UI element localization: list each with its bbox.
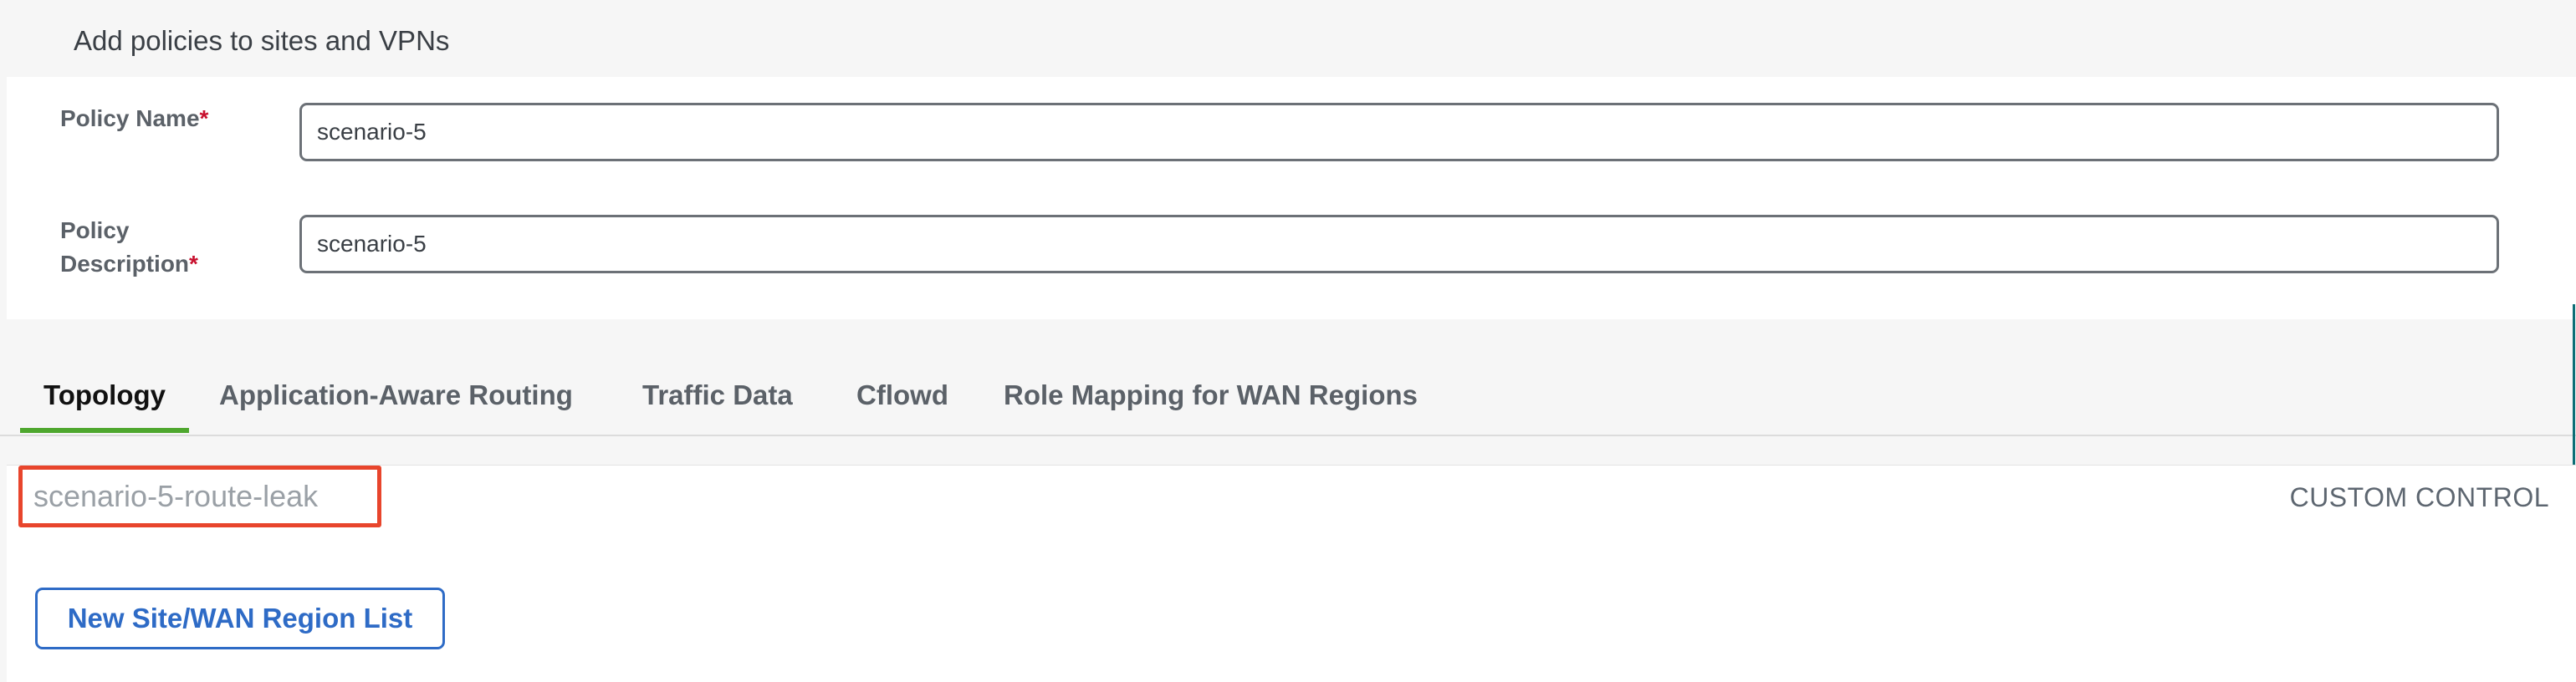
policy-form: Policy Name* Policy Description*	[7, 77, 2576, 319]
page-title: Add policies to sites and VPNs	[74, 25, 450, 56]
tab-topology[interactable]: Topology	[20, 374, 189, 433]
required-mark: *	[199, 105, 209, 131]
policy-name-label: Policy Name*	[60, 102, 208, 135]
tab-traffic-data[interactable]: Traffic Data	[642, 374, 793, 433]
policy-name-label-text: Policy Name	[60, 105, 200, 131]
policy-description-label-line2: Description	[60, 251, 190, 277]
policy-description-label-line1: Policy	[60, 217, 130, 243]
policy-item-name[interactable]: scenario-5-route-leak	[33, 479, 318, 514]
policy-description-label: Policy Description*	[60, 214, 198, 281]
page-header: Add policies to sites and VPNs	[0, 0, 2576, 77]
page: Add policies to sites and VPNs Policy Na…	[0, 0, 2576, 682]
policy-item-type: CUSTOM CONTROL	[2289, 482, 2549, 512]
required-mark: *	[189, 251, 198, 277]
edge-divider	[2573, 304, 2575, 468]
policy-name-input[interactable]	[299, 103, 2499, 161]
topology-panel: scenario-5-route-leak CUSTOM CONTROL New…	[7, 465, 2576, 682]
policy-tabs: Topology Application-Aware Routing Traff…	[0, 319, 2576, 436]
tab-role-mapping[interactable]: Role Mapping for WAN Regions	[1004, 374, 1418, 433]
tab-application-aware-routing[interactable]: Application-Aware Routing	[219, 374, 573, 433]
new-site-wan-region-list-button[interactable]: New Site/WAN Region List	[35, 588, 445, 649]
policy-description-input[interactable]	[299, 215, 2499, 273]
tab-cflowd[interactable]: Cflowd	[856, 374, 948, 433]
